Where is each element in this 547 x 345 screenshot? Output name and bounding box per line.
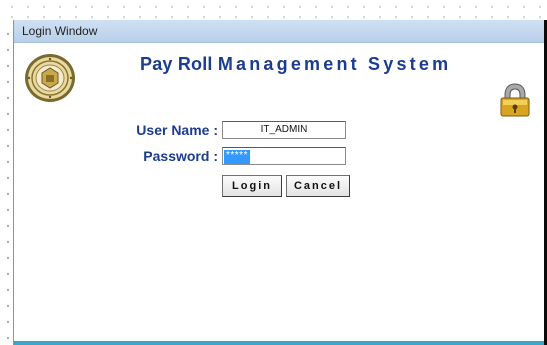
app-title-part2: Management System [217,54,452,74]
username-label: User Name : [136,122,218,138]
designer-grid-left [0,20,12,345]
padlock-icon [500,83,530,117]
password-selected-text: ***** [224,150,250,164]
app-title: Pay Roll Management System [140,54,451,75]
cancel-button[interactable]: Cancel [286,175,350,197]
title-bar[interactable]: Login Window [14,20,544,43]
login-window: Login Window Pay Roll Management System … [13,20,547,345]
app-title-part1: Pay Roll [140,54,218,74]
designer-grid [0,0,547,20]
window-title: Login Window [22,24,98,38]
password-field[interactable]: ***** [222,147,346,165]
seal-icon [25,54,75,102]
login-button[interactable]: Login [222,175,282,197]
password-label: Password : [143,148,218,164]
window-bottom-border [14,341,544,345]
username-field[interactable]: IT_ADMIN [222,121,346,139]
